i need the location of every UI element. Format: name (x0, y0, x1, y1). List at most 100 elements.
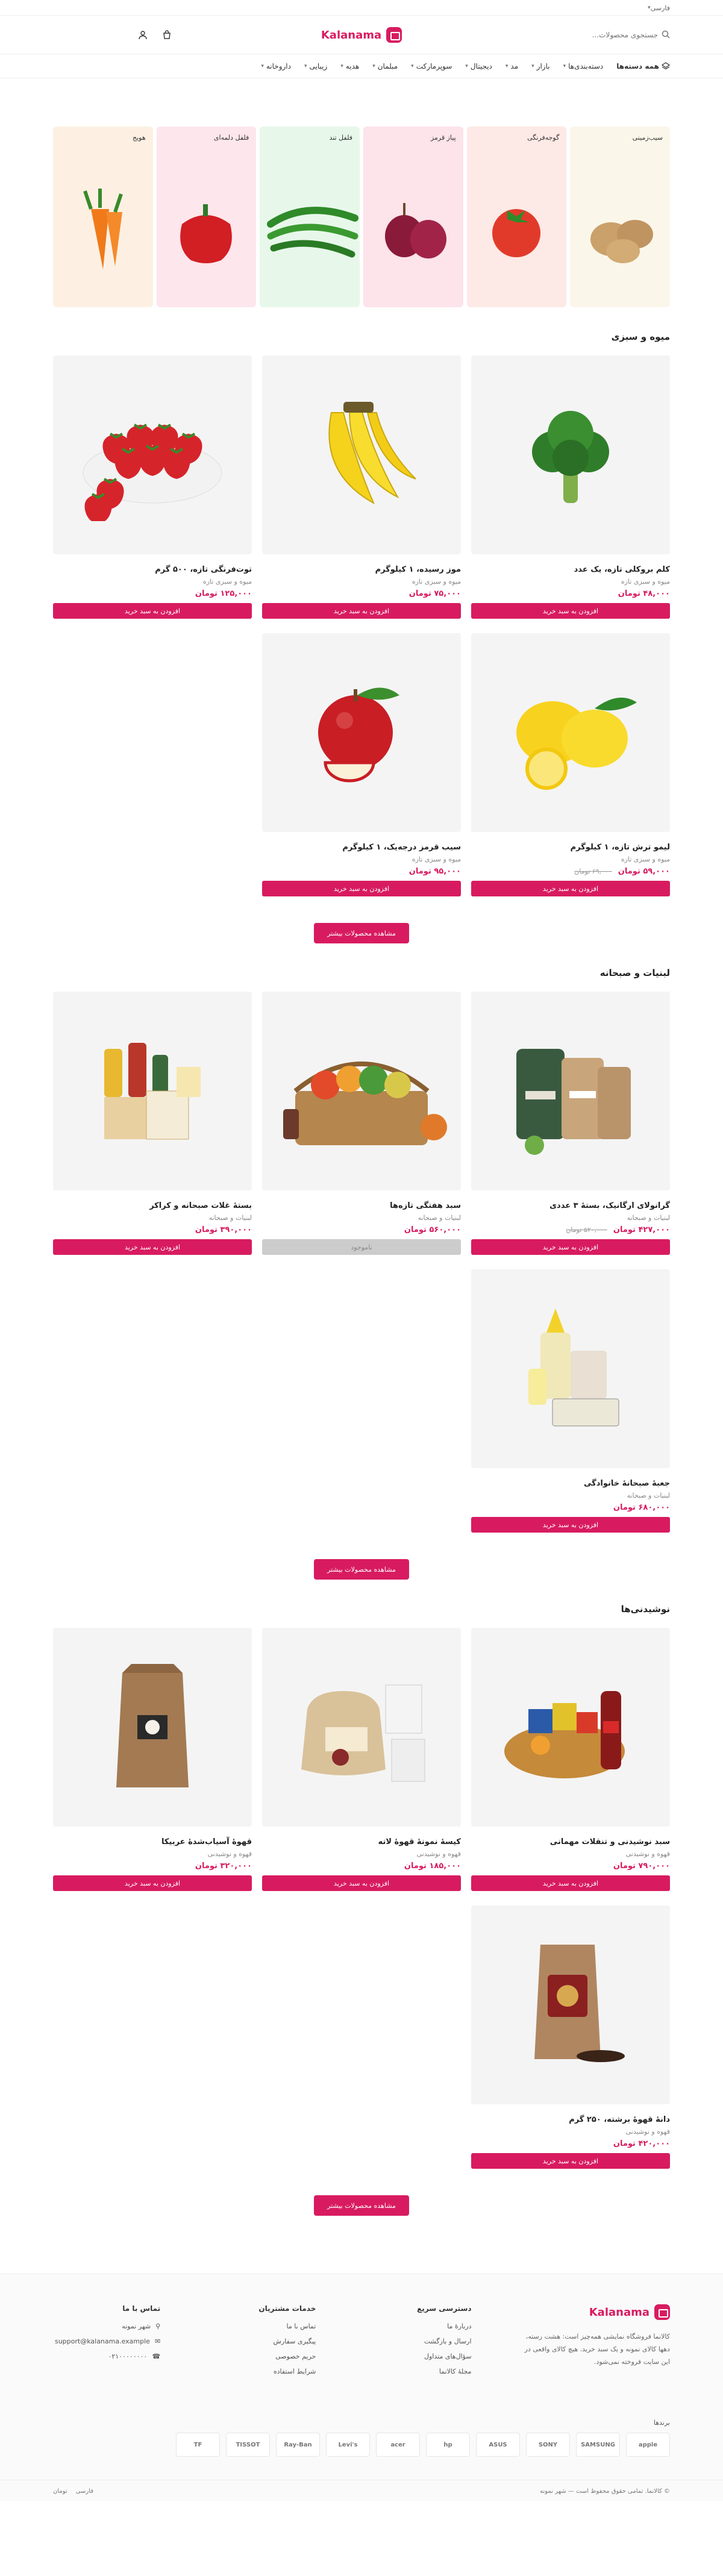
search-icon[interactable] (662, 30, 670, 40)
nav-all-categories[interactable]: همه دسته‌ها (616, 61, 671, 71)
product-category[interactable]: لبنیات و صبحانه (471, 1492, 670, 1499)
add-to-cart-button[interactable]: افزودن به سبد خرید (471, 1875, 670, 1891)
product-name[interactable]: دانهٔ قهوهٔ برشته، ۲۵۰ گرم (471, 2115, 670, 2124)
footer-link[interactable]: سؤال‌های متداول (364, 2352, 472, 2360)
product-category[interactable]: لبنیات و صبحانه (471, 1214, 670, 1222)
product-category[interactable]: قهوه و نوشیدنی (53, 1850, 252, 1858)
product-image[interactable] (262, 1628, 461, 1827)
contact-email[interactable]: ✉ support@kalanama.example (53, 2337, 160, 2345)
nav-item[interactable]: دیجیتال ▾ (465, 62, 492, 70)
brand-logo[interactable]: Ray-Ban (276, 2433, 320, 2457)
view-more-button[interactable]: مشاهده محصولات بیشتر (314, 1559, 409, 1580)
footer-link[interactable]: شرایط استفاده (208, 2368, 316, 2375)
add-to-cart-button[interactable]: افزودن به سبد خرید (53, 603, 252, 619)
brand-logo[interactable]: acer (376, 2433, 420, 2457)
nav-item[interactable]: بازار ▾ (531, 62, 549, 70)
brand-logo[interactable]: apple (626, 2433, 670, 2457)
footer-link[interactable]: ارسال و بازگشت (364, 2337, 472, 2345)
product-category[interactable]: قهوه و نوشیدنی (471, 2128, 670, 2136)
language-select[interactable]: فارسی (76, 2488, 93, 2495)
add-to-cart-button[interactable]: افزودن به سبد خرید (262, 1875, 461, 1891)
product-image[interactable] (471, 633, 670, 832)
add-to-cart-button[interactable]: افزودن به سبد خرید (53, 1239, 252, 1255)
contact-phone[interactable]: ☎ ۰۲۱۰۰۰۰۰۰۰۰ (53, 2352, 160, 2360)
add-to-cart-button[interactable]: افزودن به سبد خرید (471, 881, 670, 896)
brand-logo[interactable]: ASUS (476, 2433, 520, 2457)
product-name[interactable]: گرانولای ارگانیک، بستهٔ ۳ عددی (471, 1201, 670, 1210)
product-category[interactable]: میوه و سبزی تازه (262, 578, 461, 586)
email-text[interactable]: support@kalanama.example (55, 2337, 150, 2345)
brand-logo[interactable]: SONY (526, 2433, 570, 2457)
product-image[interactable] (262, 355, 461, 554)
product-category[interactable]: لبنیات و صبحانه (262, 1214, 461, 1222)
nav-item[interactable]: مبلمان ▾ (372, 62, 398, 70)
product-category[interactable]: میوه و سبزی تازه (53, 578, 252, 586)
nav-item[interactable]: داروخانه ▾ (261, 62, 291, 70)
footer-link[interactable]: حریم خصوصی (208, 2352, 316, 2360)
category-card[interactable]: هویج (52, 127, 153, 307)
product-category[interactable]: میوه و سبزی تازه (471, 855, 670, 863)
language-switcher[interactable]: فارسی (651, 4, 670, 12)
add-to-cart-button[interactable]: افزودن به سبد خرید (471, 603, 670, 619)
product-name[interactable]: کلم بروکلی تازه، یک عدد (471, 565, 670, 574)
user-icon[interactable] (136, 28, 149, 42)
footer-link[interactable]: دربارهٔ ما (364, 2322, 471, 2330)
product-image[interactable] (53, 355, 252, 554)
product-image[interactable] (471, 1269, 670, 1468)
phone-text[interactable]: ۰۲۱۰۰۰۰۰۰۰۰ (108, 2352, 147, 2360)
brand-logo[interactable]: SAMSUNG (576, 2433, 620, 2457)
search-box[interactable] (549, 30, 670, 40)
add-to-cart-button[interactable]: افزودن به سبد خرید (471, 2153, 670, 2169)
product-name[interactable]: کیسهٔ نمونهٔ قهوهٔ لاته (262, 1837, 461, 1846)
product-image[interactable] (262, 992, 461, 1190)
category-card[interactable]: گوجه‌فرنگی (466, 127, 567, 307)
product-name[interactable]: جعبهٔ صبحانهٔ خانوادگی (471, 1479, 670, 1488)
footer-link[interactable]: پیگیری سفارش (208, 2337, 316, 2345)
product-name[interactable]: سبد نوشیدنی و تنقلات مهمانی (471, 1837, 670, 1846)
product-image[interactable] (471, 1628, 670, 1827)
product-category[interactable]: میوه و سبزی تازه (262, 855, 461, 863)
product-image[interactable] (53, 1628, 252, 1827)
search-input[interactable] (556, 31, 658, 39)
footer-logo[interactable]: Kalanama (520, 2304, 670, 2320)
nav-item[interactable]: زیبایی ▾ (304, 62, 327, 70)
add-to-cart-button[interactable]: افزودن به سبد خرید (262, 603, 461, 619)
add-to-cart-button[interactable]: افزودن به سبد خرید (262, 881, 461, 896)
nav-item[interactable]: هدیه ▾ (340, 62, 359, 70)
footer-link[interactable]: مجلهٔ کالانما (364, 2368, 472, 2375)
product-image[interactable] (471, 355, 670, 554)
nav-item[interactable]: دسته‌بندی‌ها ▾ (563, 62, 604, 70)
product-image[interactable] (471, 992, 670, 1190)
product-name[interactable]: لیمو ترش تازه، ۱ کیلوگرم (471, 843, 670, 852)
add-to-cart-button[interactable]: افزودن به سبد خرید (471, 1517, 670, 1533)
product-category[interactable]: میوه و سبزی تازه (471, 578, 670, 586)
nav-item[interactable]: سوپرمارکت ▾ (411, 62, 452, 70)
product-image[interactable] (262, 633, 461, 832)
view-more-button[interactable]: مشاهده محصولات بیشتر (314, 2195, 409, 2216)
brand-logo[interactable]: Levi's (326, 2433, 370, 2457)
product-category[interactable]: قهوه و نوشیدنی (262, 1850, 461, 1858)
view-more-button[interactable]: مشاهده محصولات بیشتر (314, 923, 409, 943)
logo[interactable]: Kalanama (321, 27, 402, 43)
product-image[interactable] (471, 1905, 670, 2104)
footer-link[interactable]: تماس با ما (208, 2322, 316, 2330)
brand-logo[interactable]: TF (176, 2433, 220, 2457)
product-image[interactable] (53, 992, 252, 1190)
brand-logo[interactable]: hp (426, 2433, 470, 2457)
category-card[interactable]: پیاز قرمز (363, 127, 463, 307)
product-name[interactable]: قهوهٔ آسیاب‌شدهٔ عربیکا (53, 1837, 252, 1846)
product-name[interactable]: توت‌فرنگی تازه، ۵۰۰ گرم (53, 565, 252, 574)
cart-icon[interactable] (160, 28, 174, 42)
product-category[interactable]: لبنیات و صبحانه (53, 1214, 252, 1222)
currency-select[interactable]: تومان (53, 2488, 67, 2495)
product-name[interactable]: سبد هفتگی تازه‌ها (262, 1201, 461, 1210)
add-to-cart-button[interactable]: افزودن به سبد خرید (53, 1875, 252, 1891)
product-name[interactable]: موز رسیده، ۱ کیلوگرم (262, 565, 461, 574)
brand-logo[interactable]: TISSOT (226, 2433, 270, 2457)
category-card[interactable]: فلفل دلمه‌ای (156, 127, 257, 307)
category-card[interactable]: سیب‌زمینی (570, 127, 670, 307)
add-to-cart-button[interactable]: افزودن به سبد خرید (471, 1239, 670, 1255)
nav-item[interactable]: مد ▾ (505, 62, 518, 70)
product-name[interactable]: بستهٔ غلات صبحانه و کراکر (53, 1201, 252, 1210)
add-to-cart-button[interactable]: ناموجود (262, 1239, 461, 1255)
